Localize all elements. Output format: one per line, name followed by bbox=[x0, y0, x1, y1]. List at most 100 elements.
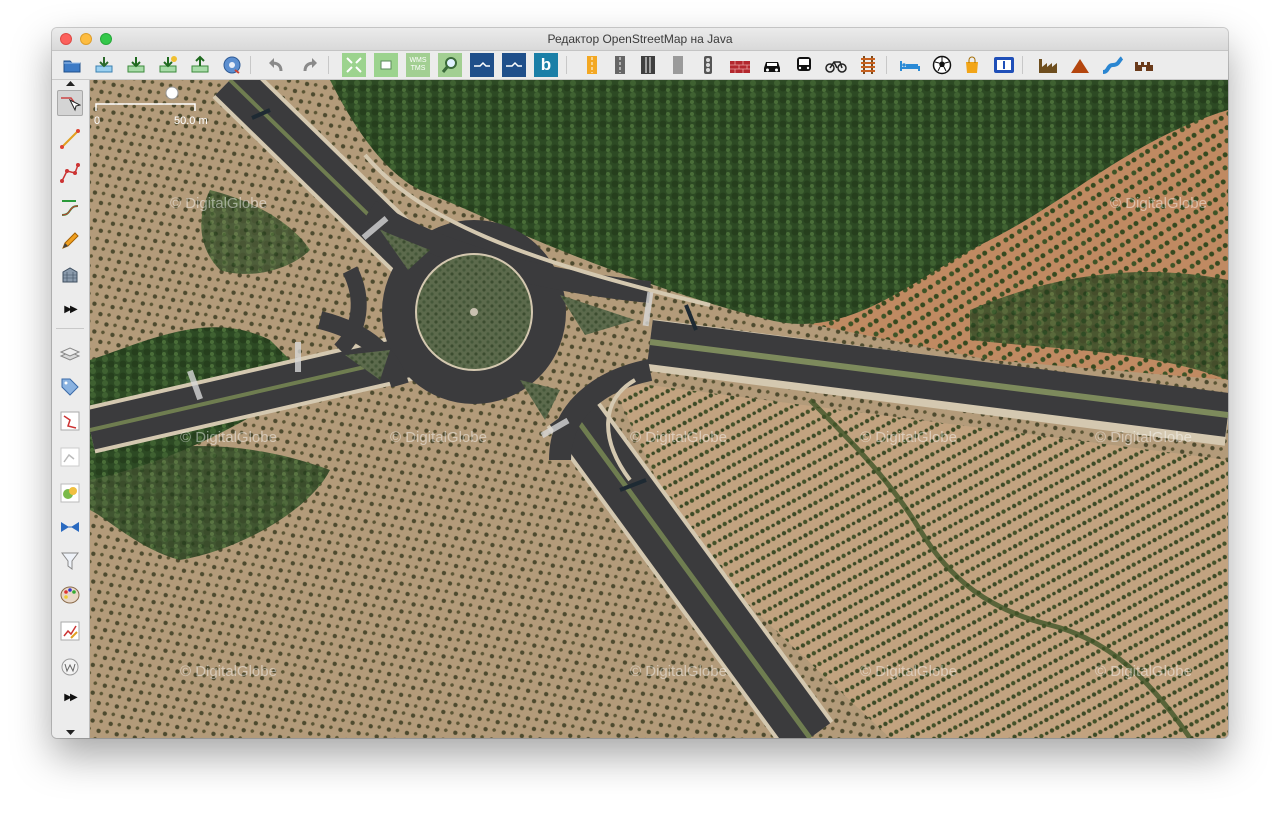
improve-way-button[interactable] bbox=[57, 194, 83, 220]
bing-imagery-button[interactable]: b bbox=[534, 53, 558, 77]
imagery-layer-button-2[interactable] bbox=[502, 53, 526, 77]
motorway-preset-button[interactable] bbox=[580, 53, 604, 77]
scale-start-label: 0 bbox=[94, 115, 100, 127]
bicycle-icon bbox=[825, 61, 847, 73]
josm-window: Редактор OpenStreetMap на Java WMS TMS b… bbox=[52, 28, 1228, 738]
waterway-preset-button[interactable] bbox=[1100, 53, 1124, 77]
imagery-layer-button[interactable] bbox=[470, 53, 494, 77]
relations-toggle-button[interactable] bbox=[57, 408, 83, 434]
road-preset-icon bbox=[615, 56, 625, 74]
map-view[interactable]: 0 50.0 m © DigitalGlobe © DigitalGlobe ©… bbox=[90, 80, 1228, 738]
map-paint-icon bbox=[60, 586, 80, 604]
redo-icon bbox=[303, 58, 317, 72]
history-icon bbox=[60, 483, 80, 503]
zoom-to-data-button[interactable] bbox=[342, 53, 366, 77]
tourism-info-preset-button[interactable] bbox=[992, 53, 1016, 77]
historic-preset-button[interactable] bbox=[1132, 53, 1156, 77]
filter-icon bbox=[61, 552, 79, 570]
road-preset-icon bbox=[673, 56, 683, 74]
shopping-bag-icon bbox=[966, 56, 978, 73]
traffic-signals-button[interactable] bbox=[696, 53, 720, 77]
validation-icon bbox=[60, 621, 80, 641]
imagery-watermark: © DigitalGlobe bbox=[180, 429, 277, 446]
soccer-ball-icon bbox=[932, 55, 952, 75]
wiki-toggle-button[interactable] bbox=[57, 654, 83, 680]
brick-wall-icon bbox=[730, 61, 750, 73]
imagery-watermark: © DigitalGlobe bbox=[1095, 663, 1192, 680]
bus-preset-button[interactable] bbox=[792, 53, 816, 77]
info-board-icon bbox=[994, 57, 1014, 73]
filter-toggle-button[interactable] bbox=[57, 548, 83, 574]
road-preset-button[interactable] bbox=[608, 53, 632, 77]
download-button[interactable] bbox=[92, 53, 116, 77]
imagery-watermark: © DigitalGlobe bbox=[860, 663, 957, 680]
bing-icon: b bbox=[540, 55, 552, 74]
select-tool-button[interactable] bbox=[57, 90, 83, 116]
zoom-slider-handle[interactable] bbox=[165, 86, 179, 100]
building-tool-button[interactable] bbox=[57, 262, 83, 288]
window-title: Редактор OpenStreetMap на Java bbox=[547, 32, 733, 46]
imagery-watermark: © DigitalGlobe bbox=[170, 195, 267, 212]
more-tools-button[interactable]: ▶▶ bbox=[57, 296, 83, 322]
draw-line-icon bbox=[60, 129, 80, 149]
waterway-icon bbox=[1102, 56, 1123, 74]
wms-layer-button[interactable]: WMS TMS bbox=[406, 53, 430, 77]
draw-node-button[interactable] bbox=[57, 160, 83, 186]
zoom-tool-button[interactable] bbox=[438, 53, 462, 77]
draw-tool-button[interactable] bbox=[57, 228, 83, 254]
download-new-layer-button[interactable] bbox=[156, 53, 180, 77]
redo-button[interactable] bbox=[298, 53, 322, 77]
draw-line-button[interactable] bbox=[57, 126, 83, 152]
more-toggles-icon: ▶▶ bbox=[64, 691, 77, 703]
more-toggles-button[interactable]: ▶▶ bbox=[57, 684, 83, 710]
improve-way-icon bbox=[61, 200, 79, 216]
validation-toggle-button[interactable] bbox=[57, 618, 83, 644]
traffic-light-icon bbox=[704, 56, 712, 74]
barrier-wall-button[interactable] bbox=[728, 53, 752, 77]
pencil-icon bbox=[62, 232, 79, 249]
imagery-watermark: © DigitalGlobe bbox=[630, 663, 727, 680]
bicycle-preset-button[interactable] bbox=[824, 53, 848, 77]
map-paint-toggle-button[interactable] bbox=[57, 582, 83, 608]
shop-preset-button[interactable] bbox=[960, 53, 984, 77]
imagery-watermark: © DigitalGlobe bbox=[860, 429, 957, 446]
zoom-tool-icon bbox=[441, 57, 457, 73]
download-along-button[interactable] bbox=[124, 53, 148, 77]
tags-toggle-button[interactable] bbox=[57, 374, 83, 400]
toolbar-separator bbox=[328, 56, 329, 74]
zoom-to-selection-icon bbox=[380, 60, 392, 70]
open-file-button[interactable] bbox=[60, 53, 84, 77]
selection-list-toggle-button[interactable] bbox=[57, 444, 83, 470]
upload-button[interactable] bbox=[188, 53, 212, 77]
castle-icon bbox=[1135, 62, 1153, 71]
scroll-up-icon[interactable] bbox=[66, 81, 75, 86]
peak-preset-button[interactable] bbox=[1068, 53, 1092, 77]
car-preset-button[interactable] bbox=[760, 53, 784, 77]
download-icon bbox=[95, 57, 113, 73]
imagery-watermark: © DigitalGlobe bbox=[180, 663, 277, 680]
toolbar-separator bbox=[886, 56, 887, 74]
industrial-preset-button[interactable] bbox=[1036, 53, 1060, 77]
dual-road-preset-button[interactable] bbox=[636, 53, 660, 77]
accommodation-preset-button[interactable] bbox=[898, 53, 922, 77]
preferences-button[interactable] bbox=[220, 53, 244, 77]
conflict-icon bbox=[61, 522, 79, 532]
upload-icon bbox=[191, 55, 209, 73]
zoom-to-selection-button[interactable] bbox=[374, 53, 398, 77]
railway-preset-button[interactable] bbox=[856, 53, 880, 77]
car-icon bbox=[764, 62, 780, 72]
sport-preset-button[interactable] bbox=[930, 53, 954, 77]
scroll-down-icon[interactable] bbox=[66, 730, 75, 735]
layers-toggle-button[interactable] bbox=[57, 340, 83, 366]
road-preset-icon bbox=[641, 56, 655, 74]
road-preset-icon bbox=[587, 56, 597, 74]
more-tools-icon: ▶▶ bbox=[64, 303, 77, 315]
conflict-toggle-button[interactable] bbox=[57, 514, 83, 540]
relations-icon bbox=[60, 411, 80, 431]
history-toggle-button[interactable] bbox=[57, 480, 83, 506]
select-tool-icon bbox=[61, 97, 81, 112]
path-preset-button[interactable] bbox=[666, 53, 690, 77]
imagery-watermark: © DigitalGlobe bbox=[630, 429, 727, 446]
undo-button[interactable] bbox=[264, 53, 288, 77]
aerial-imagery: 0 50.0 m © DigitalGlobe © DigitalGlobe ©… bbox=[90, 80, 1228, 738]
